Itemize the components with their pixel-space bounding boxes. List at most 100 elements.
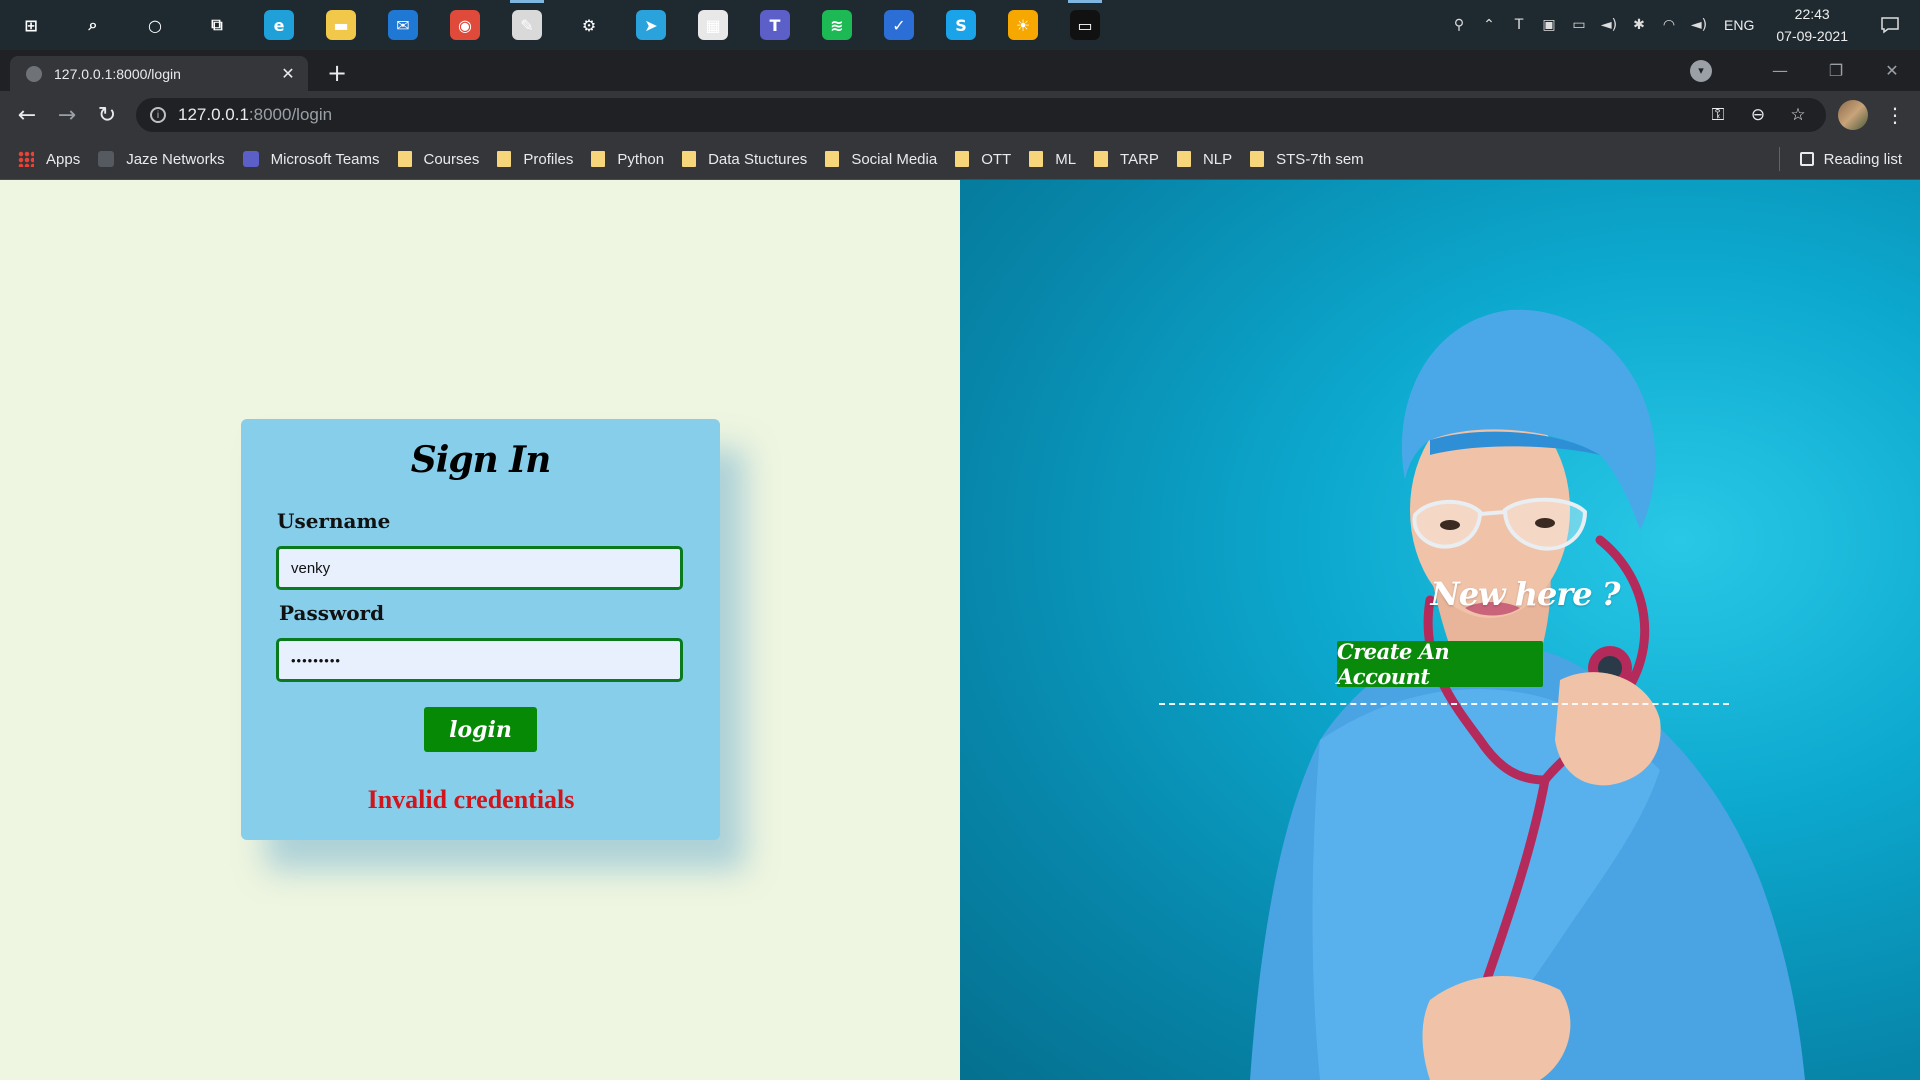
system-tray: ⚲ ⌃ T ▣ ▭ ◄) ✱ ◠ ◄) ENG 22:43 07-09-2021 (1444, 0, 1920, 50)
taskbar-apps: ⊞ ⌕ ○ ⧉ e ▬ ✉ ◉ ✎ ⚙ ➤ ▦ T ≋ ✓ S ☀ ▭ (0, 0, 1116, 50)
folder-icon (591, 151, 606, 167)
skype-glyph: S (946, 10, 976, 40)
spotify-icon[interactable]: ≋ (806, 0, 868, 50)
edge-icon[interactable]: e (248, 0, 310, 50)
bookmark-apps[interactable]: Apps (18, 151, 80, 168)
todo-glyph: ✓ (884, 10, 914, 40)
minimize-button[interactable]: — (1752, 50, 1808, 91)
reload-button[interactable]: ↻ (92, 100, 122, 130)
bookmark-microsoft-teams[interactable]: Microsoft Teams (242, 151, 380, 168)
password-input[interactable]: ••••••••• (276, 638, 683, 682)
bookmark-label: Python (617, 150, 665, 168)
window-controls: ▾ — ❐ ✕ (1690, 50, 1920, 91)
reading-list-label: Reading list (1823, 150, 1902, 168)
paint-icon[interactable]: ✎ (496, 0, 558, 50)
file-explorer-icon[interactable]: ▬ (310, 0, 372, 50)
mail-glyph: ✉ (388, 10, 418, 40)
search-icon[interactable]: ⌕ (62, 0, 124, 50)
tab-title: 127.0.0.1:8000/login (54, 65, 181, 82)
login-pane: Sign In Username venky Password ••••••••… (0, 180, 960, 1080)
restore-button[interactable]: ❐ (1808, 50, 1864, 91)
bookmarks-divider (1779, 147, 1780, 171)
chrome-glyph: ◉ (450, 10, 480, 40)
chrome-icon[interactable]: ◉ (434, 0, 496, 50)
sign-in-title: Sign In (410, 439, 552, 481)
tray-icon-6[interactable]: ✱ (1624, 0, 1654, 50)
telegram-glyph: ➤ (636, 10, 666, 40)
skype-icon[interactable]: S (930, 0, 992, 50)
key-icon[interactable]: ⚿ (1698, 105, 1738, 125)
close-icon[interactable]: ✕ (276, 64, 300, 83)
new-tab-button[interactable]: + (322, 58, 352, 88)
bookmark-sts-7th-sem[interactable]: STS-7th sem (1250, 151, 1364, 168)
folder-icon (1250, 151, 1265, 167)
bookmark-social-media[interactable]: Social Media (825, 151, 937, 168)
teams-icon[interactable]: T (744, 0, 806, 50)
bookmark-ml[interactable]: ML (1029, 151, 1076, 168)
terminal-icon[interactable]: ▭ (1054, 0, 1116, 50)
clock-date: 07-09-2021 (1776, 28, 1848, 44)
tab-search-icon[interactable]: ▾ (1690, 59, 1712, 82)
url-path: :8000/login (248, 105, 333, 124)
tray-icon-4[interactable]: ▭ (1564, 0, 1594, 50)
info-icon[interactable]: i (150, 107, 166, 123)
store-icon[interactable]: ▦ (682, 0, 744, 50)
profile-avatar[interactable] (1838, 100, 1868, 130)
username-input[interactable]: venky (276, 546, 683, 590)
cortana-icon[interactable]: ○ (124, 0, 186, 50)
browser-toolbar: ← → ↻ i 127.0.0.1:8000/login ⚿ ⊖ ☆ ⋮ (0, 91, 1920, 139)
tray-icons: ⚲ ⌃ T ▣ ▭ ◄) ✱ ◠ ◄) (1444, 0, 1714, 50)
settings-icon[interactable]: ⚙ (558, 0, 620, 50)
browser-tab[interactable]: 127.0.0.1:8000/login ✕ (10, 56, 308, 91)
bookmark-profiles[interactable]: Profiles (497, 151, 573, 168)
telegram-icon[interactable]: ➤ (620, 0, 682, 50)
bookmark-jaze-networks[interactable]: Jaze Networks (98, 151, 225, 168)
windows-start-icon[interactable]: ⊞ (0, 0, 62, 50)
bookmark-label: STS-7th sem (1276, 150, 1364, 168)
folder-icon (682, 151, 697, 167)
create-account-button[interactable]: Create An Account (1337, 639, 1543, 689)
teams-glyph: T (760, 10, 790, 40)
bookmark-nlp[interactable]: NLP (1176, 150, 1233, 168)
bookmark-python[interactable]: Python (591, 151, 664, 168)
clock-time: 22:43 (1794, 6, 1830, 22)
bookmark-courses[interactable]: Courses (397, 151, 479, 168)
menu-icon[interactable]: ⋮ (1880, 100, 1910, 130)
bookmark-label: Profiles (523, 150, 574, 168)
tray-icon-7[interactable]: ◠ (1654, 0, 1684, 50)
weather-icon[interactable]: ☀ (992, 0, 1054, 50)
bookmark-label: Social Media (851, 150, 938, 168)
folder-icon (1094, 151, 1109, 167)
star-icon[interactable]: ☆ (1778, 105, 1818, 125)
bookmark-data-stuctures[interactable]: Data Stuctures (682, 151, 807, 168)
forward-button[interactable]: → (52, 100, 82, 130)
tray-icon-2[interactable]: T (1504, 0, 1534, 50)
username-label: Username (277, 509, 391, 533)
folder-icon (1029, 151, 1044, 167)
tray-icon-0[interactable]: ⚲ (1444, 0, 1474, 50)
todo-icon[interactable]: ✓ (868, 0, 930, 50)
notifications-button[interactable] (1860, 0, 1920, 50)
taskbar-clock[interactable]: 22:43 07-09-2021 (1764, 3, 1860, 47)
tray-icon-3[interactable]: ▣ (1534, 0, 1564, 50)
language-indicator[interactable]: ENG (1714, 17, 1764, 33)
task-view-icon[interactable]: ⧉ (186, 0, 248, 50)
folder-icon (497, 151, 512, 167)
password-label: Password (279, 601, 385, 625)
close-window-button[interactable]: ✕ (1864, 50, 1920, 91)
mail-icon[interactable]: ✉ (372, 0, 434, 50)
zoom-icon[interactable]: ⊖ (1738, 105, 1778, 125)
tray-icon-1[interactable]: ⌃ (1474, 0, 1504, 50)
login-button[interactable]: login (424, 707, 537, 752)
tray-icon-5[interactable]: ◄) (1594, 0, 1624, 50)
reading-list-button[interactable]: Reading list (1799, 139, 1902, 179)
folder-icon (825, 151, 840, 167)
store-glyph: ▦ (698, 10, 728, 40)
bookmark-ott[interactable]: OTT (955, 151, 1011, 168)
bookmark-label: NLP (1202, 150, 1233, 168)
bookmark-tarp[interactable]: TARP (1094, 151, 1159, 168)
tray-icon-8[interactable]: ◄) (1684, 0, 1714, 50)
back-button[interactable]: ← (12, 100, 42, 130)
bookmarks-bar: Apps Jaze Networks Microsoft Teams Courses P… (0, 139, 1920, 180)
address-bar[interactable]: i 127.0.0.1:8000/login ⚿ ⊖ ☆ (136, 98, 1826, 132)
